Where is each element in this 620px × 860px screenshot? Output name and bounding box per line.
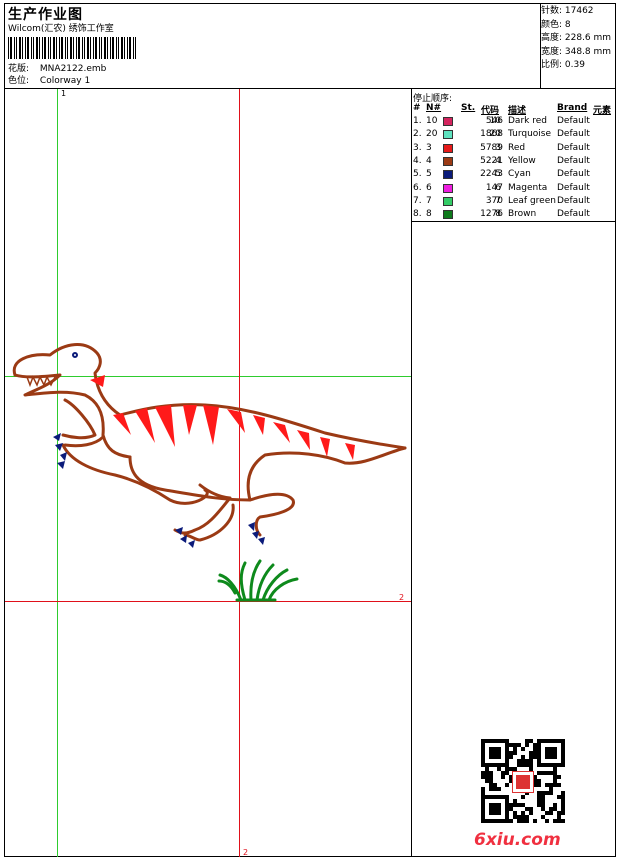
legend-cell-code: 3	[495, 142, 501, 153]
col-num: #	[413, 103, 421, 113]
legend-cell-num: 5.	[413, 169, 422, 180]
legend-cell-code: 6	[495, 182, 501, 193]
legend-cell-desc: Red	[508, 142, 526, 153]
legend-cell-num: 8.	[413, 209, 422, 220]
legend-row: 6. 6 147 6 Magenta Default	[413, 182, 617, 195]
legend-cell-desc: Leaf green	[508, 195, 556, 206]
color-swatch	[443, 183, 453, 193]
guide-label-bottom: 2	[243, 848, 249, 857]
legend-cell-desc: Magenta	[508, 182, 548, 193]
dinosaur-outline	[12, 343, 407, 542]
design-stats: 针数: 17462 颜色: 8 高度: 228.6 mm 宽度: 348.8 m…	[541, 6, 611, 74]
legend-row: 8. 8 1276 8 Brown Default	[413, 208, 617, 221]
stat-scale: 比例: 0.39	[541, 60, 585, 70]
legend-cell-brand: Default	[557, 129, 590, 140]
legend-cell-brand: Default	[557, 142, 590, 153]
legend-row: 5. 5 2243 5 Cyan Default	[413, 168, 617, 181]
legend-divider	[411, 88, 412, 857]
barcode	[8, 37, 136, 59]
legend-cell-brand: Default	[557, 195, 590, 206]
legend-cell-needle: 8	[426, 209, 432, 220]
legend-cell-num: 1.	[413, 116, 422, 126]
color-swatch	[443, 156, 453, 166]
legend-cell-code: 10	[489, 116, 501, 126]
legend-cell-brand: Default	[557, 155, 590, 166]
color-swatch	[443, 117, 453, 126]
legend-cell-brand: Default	[557, 169, 590, 180]
legend-row: 4. 4 5221 4 Yellow Default	[413, 155, 617, 168]
colorway-name: Colorway 1	[39, 76, 91, 86]
design-label: 花版:	[8, 64, 30, 74]
legend-bottom-divider	[411, 221, 616, 222]
legend-cell-num: 3.	[413, 142, 422, 153]
legend-cell-code: 7	[495, 195, 501, 206]
claws	[53, 433, 265, 548]
color-swatch	[443, 210, 453, 220]
header-divider	[4, 88, 616, 89]
legend-cell-needle: 7	[426, 195, 432, 206]
legend-cell-num: 6.	[413, 182, 422, 193]
design-line: 花版: MNA2122.emb	[8, 64, 106, 75]
seal-stamp-icon	[512, 771, 534, 793]
back-stripes	[90, 375, 355, 460]
legend-header-row: # N# St. 代码 描述 Brand 元素	[413, 103, 617, 116]
legend-row: 2. 20 1868 20 Turquoise Default	[413, 128, 617, 141]
grass-tuft	[217, 559, 299, 602]
legend-cell-needle: 5	[426, 169, 432, 180]
legend-cell-brand: Default	[557, 209, 590, 220]
legend-cell-needle: 20	[426, 129, 438, 140]
page-title: 生产作业图	[8, 7, 83, 23]
color-swatch	[443, 130, 453, 140]
colorway-line: 色位: Colorway 1	[8, 76, 90, 87]
legend-cell-needle: 3	[426, 142, 432, 153]
legend-cell-num: 7.	[413, 195, 422, 206]
seal-stamp-mark	[516, 775, 530, 789]
col-st: St.	[461, 103, 476, 113]
col-needle: N#	[426, 103, 442, 113]
stat-height: 高度: 228.6 mm	[541, 33, 612, 43]
dinosaur-eye	[72, 352, 78, 358]
legend-cell-num: 2.	[413, 129, 422, 140]
legend-row: 3. 3 5789 3 Red Default	[413, 142, 617, 155]
legend-cell-desc: Cyan	[508, 169, 531, 180]
design-file-name: MNA2122.emb	[39, 64, 107, 74]
legend-row: 1. 10 546 10 Dark red Default	[413, 115, 617, 128]
stat-width: 宽度: 348.8 mm	[541, 46, 612, 57]
col-brand: Brand	[557, 103, 588, 113]
watermark: 6xiu.com	[474, 830, 561, 850]
legend-cell-needle: 4	[426, 155, 432, 166]
studio-subtitle: Wilcom(汇农) 绣饰工作室	[8, 24, 114, 34]
legend-cell-needle: 6	[426, 182, 432, 193]
legend-cell-desc: Yellow	[508, 155, 536, 166]
stat-stitches: 针数: 17462	[541, 6, 594, 16]
legend-cell-code: 20	[489, 129, 501, 140]
color-swatch	[443, 196, 453, 206]
legend-cell-desc: Turquoise	[508, 129, 552, 140]
legend-cell-code: 8	[495, 209, 501, 220]
legend-cell-needle: 10	[426, 116, 438, 126]
legend-row: 7. 7 370 7 Leaf green Default	[413, 195, 617, 208]
colorway-label: 色位:	[8, 76, 30, 86]
legend-cell-desc: Brown	[508, 209, 537, 220]
color-swatch	[443, 143, 453, 153]
dinosaur-embroidery-design	[12, 343, 407, 602]
legend-cell-brand: Default	[557, 182, 590, 193]
legend-cell-code: 4	[495, 155, 501, 166]
guide-label-top: 1	[61, 89, 67, 98]
legend-cell-desc: Dark red	[508, 116, 547, 126]
stat-colors: 颜色: 8	[541, 19, 571, 30]
legend-cell-code: 5	[495, 169, 501, 180]
legend-cell-brand: Default	[557, 116, 590, 126]
legend-cell-num: 4.	[413, 155, 422, 166]
color-swatch	[443, 170, 453, 180]
